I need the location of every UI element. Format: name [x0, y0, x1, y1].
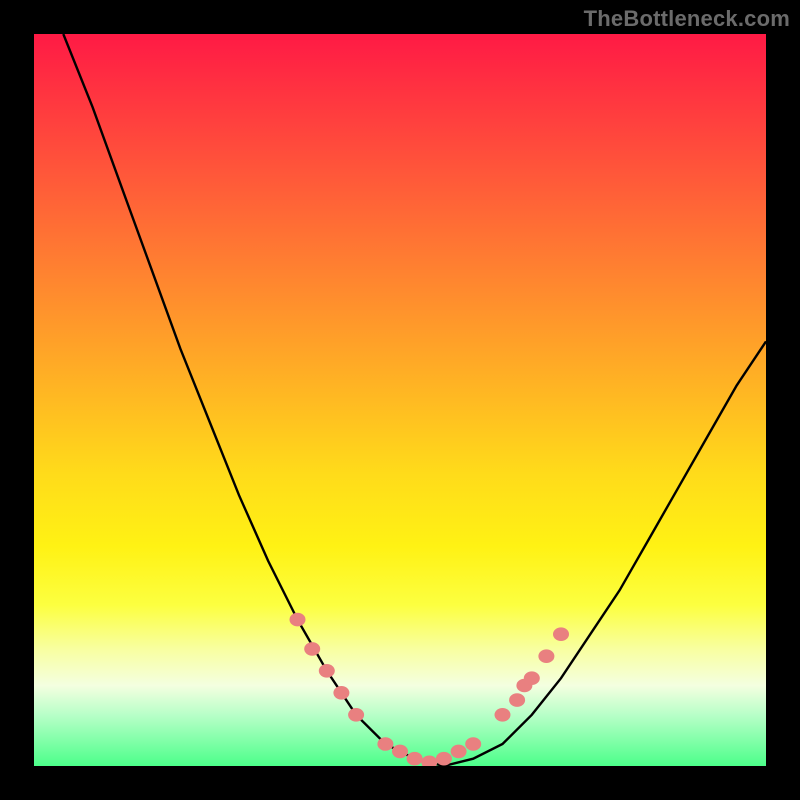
- curve-marker: [319, 664, 335, 678]
- curve-marker: [407, 752, 423, 766]
- curve-marker: [538, 649, 554, 663]
- watermark-label: TheBottleneck.com: [584, 6, 790, 32]
- curve-layer: [34, 34, 766, 766]
- curve-marker: [436, 752, 452, 766]
- plot-area: [34, 34, 766, 766]
- curve-marker: [290, 613, 306, 627]
- curve-marker: [524, 671, 540, 685]
- curve-marker: [377, 737, 393, 751]
- bottleneck-curve: [63, 34, 766, 766]
- curve-marker: [392, 745, 408, 759]
- curve-marker: [465, 737, 481, 751]
- markers-left-branch: [290, 613, 365, 722]
- curve-marker: [421, 756, 437, 767]
- markers-right-branch: [495, 627, 570, 721]
- curve-marker: [495, 708, 511, 722]
- chart-frame: TheBottleneck.com: [0, 0, 800, 800]
- curve-marker: [348, 708, 364, 722]
- curve-marker: [451, 745, 467, 759]
- curve-marker: [509, 693, 525, 707]
- curve-marker: [304, 642, 320, 656]
- curve-marker: [553, 627, 569, 641]
- curve-marker: [333, 686, 349, 700]
